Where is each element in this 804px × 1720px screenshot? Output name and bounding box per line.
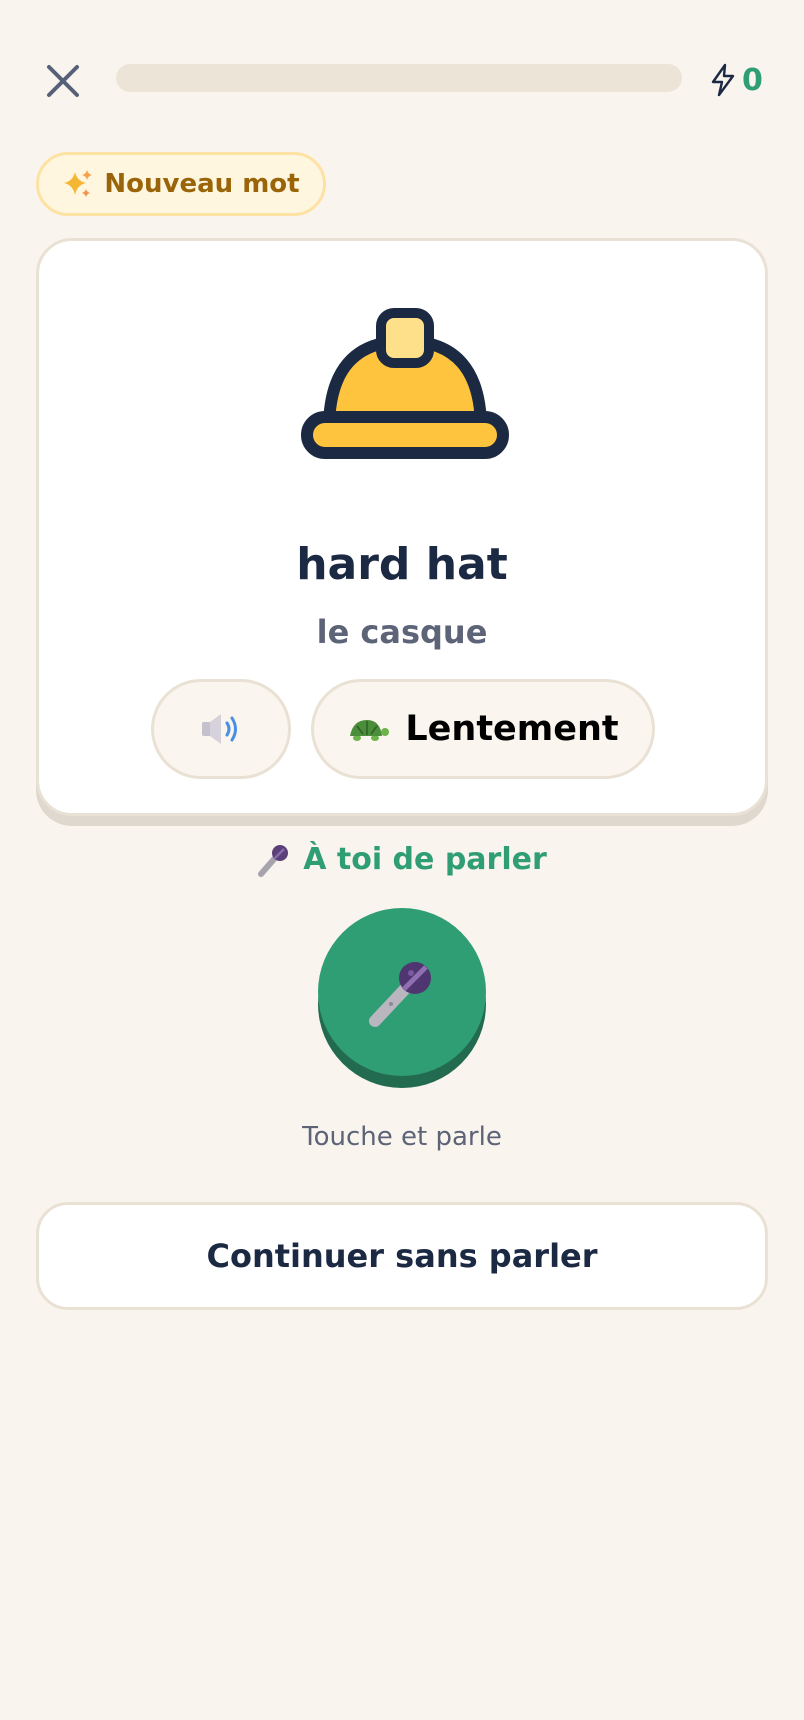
lesson-screen: 0 Nouveau mot hard hat le casque Lenteme… xyxy=(0,0,804,1720)
speak-prompt: À toi de parler xyxy=(0,842,804,877)
close-button[interactable] xyxy=(38,56,88,106)
word-card: hard hat le casque Lentement xyxy=(36,238,768,816)
translation-text: le casque xyxy=(316,613,488,651)
new-word-label: Nouveau mot xyxy=(104,169,300,199)
speak-prompt-label: À toi de parler xyxy=(303,842,547,877)
xp-counter: 0 xyxy=(710,58,763,102)
sparkles-icon xyxy=(64,170,93,197)
speaker-icon xyxy=(202,714,237,744)
new-word-badge: Nouveau mot xyxy=(36,152,326,216)
microphone-icon xyxy=(258,844,289,877)
hard-hat-icon xyxy=(301,308,509,459)
play-audio-button[interactable] xyxy=(151,679,291,779)
word-text: hard hat xyxy=(296,539,508,590)
xp-count: 0 xyxy=(742,62,763,98)
continue-without-speaking-button[interactable]: Continuer sans parler xyxy=(36,1202,768,1310)
lesson-progress-bar xyxy=(116,64,682,92)
slow-audio-label: Lentement xyxy=(405,709,619,749)
turtle-icon xyxy=(350,720,390,741)
slow-audio-button[interactable]: Lentement xyxy=(311,679,655,779)
record-button[interactable] xyxy=(318,908,486,1088)
close-icon xyxy=(47,65,79,97)
record-button-face xyxy=(318,908,486,1076)
lightning-icon xyxy=(711,63,735,97)
microphone-icon xyxy=(369,962,431,1027)
record-hint: Touche et parle xyxy=(302,1122,502,1152)
continue-label: Continuer sans parler xyxy=(206,1237,598,1275)
